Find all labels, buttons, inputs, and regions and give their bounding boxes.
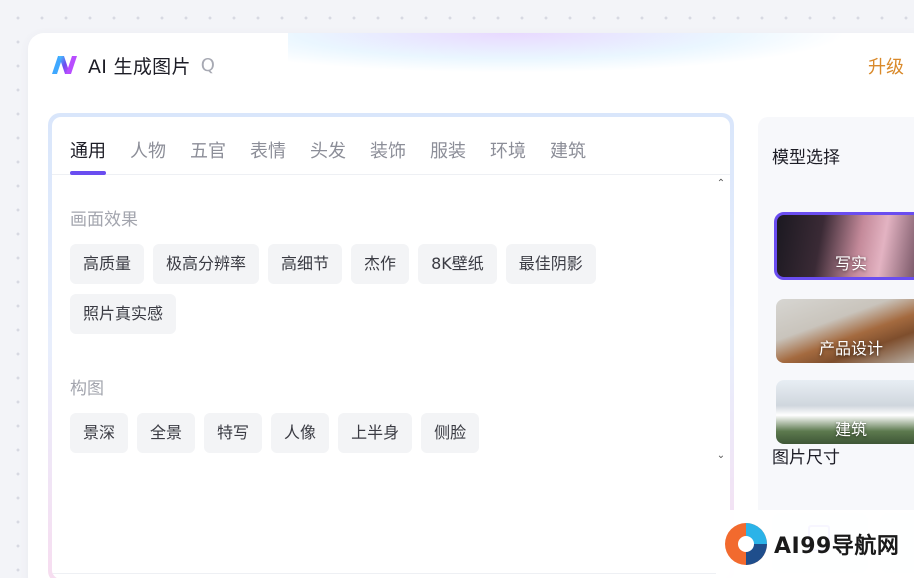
brand-logo-icon xyxy=(52,56,77,74)
tab-facial-features[interactable]: 五官 xyxy=(190,117,226,174)
app-window: AI 生成图片 Q 升级 通用 人物 五官 表情 头发 装饰 服装 环境 建筑 … xyxy=(28,33,914,578)
tab-environment[interactable]: 环境 xyxy=(490,117,526,174)
watermark: AI99导航网 xyxy=(716,510,914,578)
chip-high-quality[interactable]: 高质量 xyxy=(70,244,145,284)
chip-list: 高质量 极高分辨率 高细节 杰作 8K壁纸 最佳阴影 照片真实感 xyxy=(70,244,670,344)
section-title: 构图 xyxy=(70,379,104,399)
tab-hair[interactable]: 头发 xyxy=(310,117,346,174)
tab-decoration[interactable]: 装饰 xyxy=(370,117,406,174)
chip-panorama[interactable]: 全景 xyxy=(137,413,196,453)
model-label: 写实 xyxy=(834,254,867,273)
chip-list: 景深 全景 特写 人像 上半身 侧脸 xyxy=(70,413,670,463)
chip-upper-body[interactable]: 上半身 xyxy=(338,413,413,453)
tab-general[interactable]: 通用 xyxy=(70,117,106,175)
header: AI 生成图片 Q xyxy=(50,51,215,79)
settings-panel: 模型选择 写实 产品设计 建筑 图片尺寸 xyxy=(758,117,914,578)
chip-8k-wallpaper[interactable]: 8K壁纸 xyxy=(418,244,497,284)
chip-masterpiece[interactable]: 杰作 xyxy=(351,244,410,284)
chip-side-face[interactable]: 侧脸 xyxy=(421,413,480,453)
chip-high-resolution[interactable]: 极高分辨率 xyxy=(153,244,260,284)
model-label: 建筑 xyxy=(834,420,867,439)
chip-best-shadow[interactable]: 最佳阴影 xyxy=(505,244,596,284)
divider xyxy=(52,573,730,574)
model-label: 产品设计 xyxy=(818,339,883,358)
tab-expression[interactable]: 表情 xyxy=(250,117,286,174)
model-card-product-design[interactable]: 产品设计 xyxy=(776,299,914,363)
chevron-up-icon[interactable]: ⌃ xyxy=(716,179,726,189)
image-size-title: 图片尺寸 xyxy=(772,448,840,468)
chip-portrait[interactable]: 人像 xyxy=(271,413,330,453)
tab-architecture[interactable]: 建筑 xyxy=(550,117,586,174)
section-title: 画面效果 xyxy=(70,210,138,230)
category-tabs: 通用 人物 五官 表情 头发 装饰 服装 环境 建筑 xyxy=(52,117,730,175)
upgrade-button[interactable]: 升级 xyxy=(868,53,904,79)
chip-depth-of-field[interactable]: 景深 xyxy=(70,413,129,453)
watermark-logo-icon xyxy=(725,523,767,565)
prompt-panel: 通用 人物 五官 表情 头发 装饰 服装 环境 建筑 画面效果 高质量 极高分辨… xyxy=(48,113,734,578)
chip-high-detail[interactable]: 高细节 xyxy=(268,244,343,284)
prompt-panel-inner: 通用 人物 五官 表情 头发 装饰 服装 环境 建筑 画面效果 高质量 极高分辨… xyxy=(52,117,730,578)
prompt-content: 画面效果 高质量 极高分辨率 高细节 杰作 8K壁纸 最佳阴影 照片真实感 构图… xyxy=(70,205,700,493)
app-title: AI 生成图片 xyxy=(88,55,191,78)
model-card-realistic[interactable]: 写实 xyxy=(774,212,914,280)
model-card-architecture[interactable]: 建筑 xyxy=(776,380,914,444)
search-icon[interactable]: Q xyxy=(201,55,215,76)
watermark-text: AI99导航网 xyxy=(774,534,900,559)
tab-person[interactable]: 人物 xyxy=(130,117,166,174)
chip-close-up[interactable]: 特写 xyxy=(204,413,263,453)
scrollbar[interactable]: ⌃ ⌄ xyxy=(716,179,726,461)
chevron-down-icon[interactable]: ⌄ xyxy=(716,451,726,461)
model-select-title: 模型选择 xyxy=(772,148,840,168)
chip-photorealistic[interactable]: 照片真实感 xyxy=(70,294,177,334)
section-composition: 构图 景深 全景 特写 人像 上半身 侧脸 xyxy=(70,374,700,463)
section-image-effect: 画面效果 高质量 极高分辨率 高细节 杰作 8K壁纸 最佳阴影 照片真实感 xyxy=(70,205,700,344)
tab-clothing[interactable]: 服装 xyxy=(430,117,466,174)
